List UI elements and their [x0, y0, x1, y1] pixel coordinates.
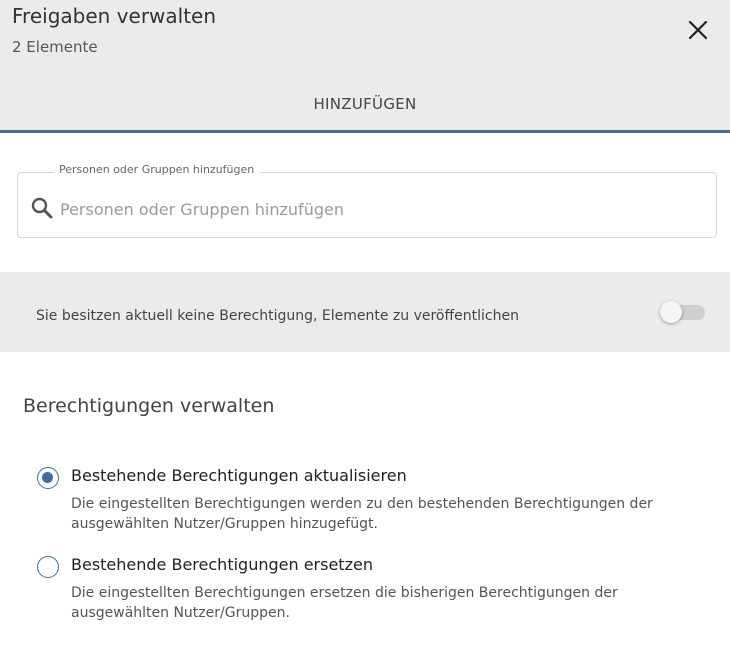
radio-update-permissions-description: Die eingestellten Berechtigungen werden … — [71, 496, 653, 532]
search-field-label: Personen oder Gruppen hinzufügen — [54, 163, 260, 176]
radio-replace-permissions[interactable] — [37, 556, 59, 578]
item-count: 2 Elemente — [12, 38, 98, 56]
radio-update-permissions-label[interactable]: Bestehende Berechtigungen aktualisieren — [71, 466, 407, 485]
dialog-title: Freigaben verwalten — [12, 4, 217, 28]
close-button[interactable] — [682, 14, 714, 46]
tab-add[interactable]: HINZUFÜGEN — [0, 82, 730, 131]
radio-selected-dot — [42, 472, 53, 483]
radio-update-permissions[interactable] — [37, 467, 59, 489]
search-icon — [30, 196, 54, 220]
section-title: Berechtigungen verwalten — [23, 395, 275, 417]
publish-permission-text: Sie besitzen aktuell keine Berechtigung,… — [36, 308, 519, 324]
tab-indicator — [0, 130, 730, 133]
radio-replace-permissions-description: Die eingestellten Berechtigungen ersetze… — [71, 585, 618, 621]
radio-replace-permissions-label[interactable]: Bestehende Berechtigungen ersetzen — [71, 555, 373, 574]
search-input[interactable] — [58, 194, 702, 224]
publish-toggle-thumb[interactable] — [660, 301, 682, 323]
close-icon — [688, 20, 708, 40]
